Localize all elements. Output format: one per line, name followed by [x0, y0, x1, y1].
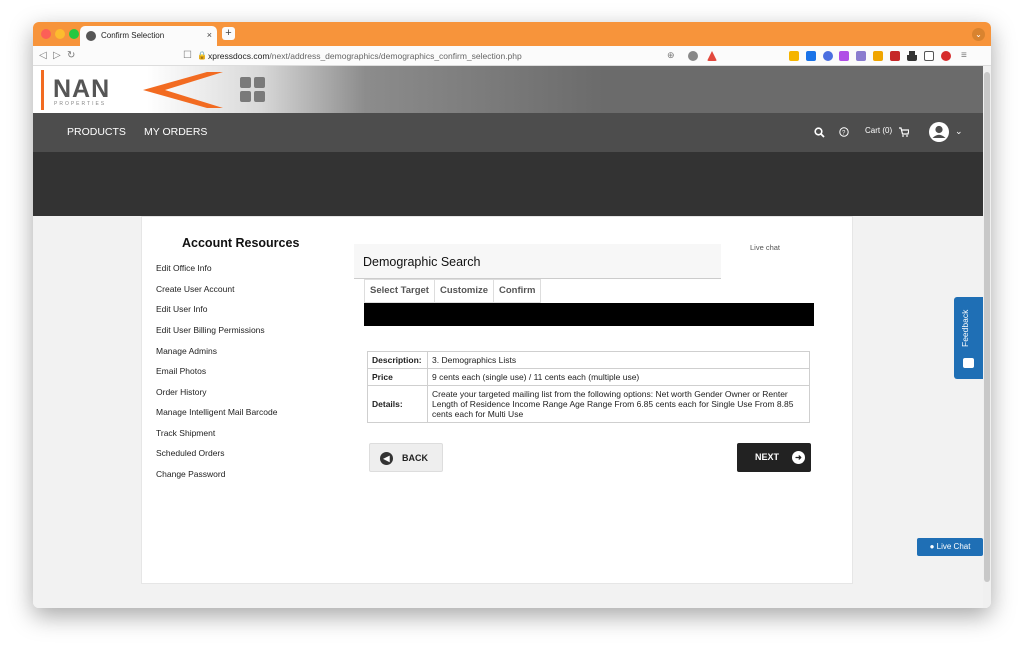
- company-logo[interactable]: NAN PROPERTIES: [41, 70, 129, 110]
- feedback-icon: [963, 358, 974, 368]
- live-chat-link[interactable]: Live chat: [750, 243, 780, 252]
- cart-link[interactable]: Cart (0): [865, 126, 892, 135]
- arrow-right-icon: ➜: [792, 451, 805, 464]
- new-tab-button[interactable]: +: [222, 27, 235, 40]
- tab-select-target[interactable]: Select Target: [364, 279, 434, 303]
- menu-icon[interactable]: ≡: [961, 50, 967, 61]
- table-row: Price 9 cents each (single use) / 11 cen…: [367, 368, 810, 386]
- minimize-window-button[interactable]: [55, 29, 65, 39]
- search-icon[interactable]: [814, 127, 825, 138]
- close-window-button[interactable]: [41, 29, 51, 39]
- lock-icon: 🔒: [197, 51, 207, 60]
- details-value: Create your targeted mailing list from t…: [427, 385, 810, 423]
- table-row: Details: Create your targeted mailing li…: [367, 385, 810, 423]
- sidebar-item-track-shipment[interactable]: Track Shipment: [156, 428, 215, 438]
- step-tabs: Select Target Customize Confirm: [364, 279, 542, 303]
- feedback-tab[interactable]: Feedback: [954, 297, 983, 379]
- site-header: NAN PROPERTIES: [33, 66, 983, 113]
- url-field[interactable]: xpressdocs.com/next/address_demographics…: [208, 51, 728, 63]
- chevron-logo-icon: [143, 72, 223, 108]
- sidebar-item-scheduled-orders[interactable]: Scheduled Orders: [156, 448, 225, 458]
- sidebar-item-order-history[interactable]: Order History: [156, 387, 207, 397]
- price-value: 9 cents each (single use) / 11 cents eac…: [427, 368, 810, 386]
- sidebar-item-create-user-account[interactable]: Create User Account: [156, 284, 234, 294]
- description-value: 3. Demographics Lists: [427, 351, 810, 369]
- logo-subtext: PROPERTIES: [54, 101, 107, 107]
- extension-pdf-icon[interactable]: [890, 51, 900, 61]
- section-title: Demographic Search: [363, 255, 481, 269]
- bookmark-icon[interactable]: ☐: [183, 50, 192, 61]
- forward-arrow-icon[interactable]: ▷: [53, 50, 61, 61]
- cart-icon[interactable]: [899, 127, 909, 137]
- section-header: Demographic Search: [354, 244, 721, 279]
- extension-grid-icon[interactable]: [856, 51, 866, 61]
- extension-flame-icon[interactable]: [839, 51, 849, 61]
- extension-power-icon[interactable]: [823, 51, 833, 61]
- puzzle-icon[interactable]: [907, 51, 917, 61]
- nav-products[interactable]: PRODUCTS: [67, 126, 126, 138]
- page-scrollbar[interactable]: [983, 66, 991, 608]
- sidebar-item-email-photos[interactable]: Email Photos: [156, 366, 206, 376]
- chat-icon: ●: [929, 542, 935, 551]
- extension-e-icon[interactable]: [806, 51, 816, 61]
- next-button[interactable]: NEXT ➜: [737, 443, 811, 472]
- chevron-down-icon[interactable]: ⌄: [972, 28, 985, 41]
- extension-notes-icon[interactable]: [789, 51, 799, 61]
- wallet-icon[interactable]: [924, 51, 934, 61]
- back-arrow-icon[interactable]: ◁: [39, 50, 47, 61]
- chevron-down-icon[interactable]: ⌄: [955, 126, 963, 137]
- sidebar-item-edit-office-info[interactable]: Edit Office Info: [156, 263, 212, 273]
- close-tab-icon[interactable]: ×: [207, 30, 212, 40]
- browser-window: Confirm Selection × + ⌄ ◁ ▷ ↻ ☐ 🔒 xpress…: [33, 22, 991, 608]
- extension-pencil-icon[interactable]: [873, 51, 883, 61]
- description-label: Description:: [367, 351, 428, 369]
- table-row: Description: 3. Demographics Lists: [367, 351, 810, 369]
- back-button[interactable]: ◀ BACK: [369, 443, 443, 472]
- tab-customize[interactable]: Customize: [433, 279, 494, 303]
- browser-tab-confirm-selection[interactable]: Confirm Selection ×: [80, 26, 217, 46]
- sidebar-item-edit-user-billing-permissions[interactable]: Edit User Billing Permissions: [156, 325, 265, 335]
- sidebar-item-change-password[interactable]: Change Password: [156, 469, 225, 479]
- sidebar-item-edit-user-info[interactable]: Edit User Info: [156, 304, 208, 314]
- price-label: Price: [367, 368, 428, 386]
- feedback-label: Feedback: [960, 309, 970, 347]
- tab-confirm[interactable]: Confirm: [493, 279, 542, 303]
- help-icon[interactable]: ?: [839, 127, 849, 137]
- grid-logo-icon: [240, 77, 266, 103]
- content-panel: Account Resources Edit Office Info Creat…: [141, 216, 853, 584]
- live-chat-button[interactable]: ● Live Chat: [917, 538, 983, 556]
- details-label: Details:: [367, 385, 428, 423]
- back-button-label: BACK: [402, 453, 428, 463]
- url-path: /next/address_demographics/demographics_…: [269, 51, 522, 61]
- sidebar-item-manage-admins[interactable]: Manage Admins: [156, 346, 217, 356]
- next-button-label: NEXT: [755, 452, 780, 462]
- nav-my-orders[interactable]: MY ORDERS: [144, 126, 207, 138]
- maximize-window-button[interactable]: [69, 29, 79, 39]
- url-domain: xpressdocs.com: [208, 51, 270, 61]
- address-bar: ◁ ▷ ↻ ☐ 🔒 xpressdocs.com/next/address_de…: [33, 46, 991, 66]
- user-avatar-icon[interactable]: [928, 121, 950, 143]
- selection-details-table: Description: 3. Demographics Lists Price…: [367, 351, 810, 423]
- page-content: Account Resources Edit Office Info Creat…: [33, 216, 983, 608]
- sidebar-title: Account Resources: [182, 236, 300, 250]
- sidebar-item-manage-intelligent-mail-barcode[interactable]: Manage Intelligent Mail Barcode: [156, 407, 277, 417]
- progress-bar: [364, 303, 814, 326]
- browser-tab-bar: Confirm Selection × + ⌄: [33, 22, 991, 46]
- zoom-icon[interactable]: ⊕: [667, 50, 675, 61]
- profile-icon[interactable]: [941, 51, 951, 61]
- tab-title: Confirm Selection: [101, 31, 165, 40]
- logo-text: NAN: [53, 75, 111, 103]
- scrollbar-thumb[interactable]: [984, 72, 990, 582]
- reload-icon[interactable]: ↻: [67, 50, 75, 61]
- globe-icon: [86, 31, 96, 41]
- shield-icon[interactable]: [688, 51, 698, 61]
- live-chat-button-label: Live Chat: [936, 542, 971, 551]
- arrow-left-icon: ◀: [380, 452, 393, 465]
- main-nav: PRODUCTS MY ORDERS ? Cart (0) ⌄: [33, 113, 983, 152]
- hero-banner: [33, 152, 983, 216]
